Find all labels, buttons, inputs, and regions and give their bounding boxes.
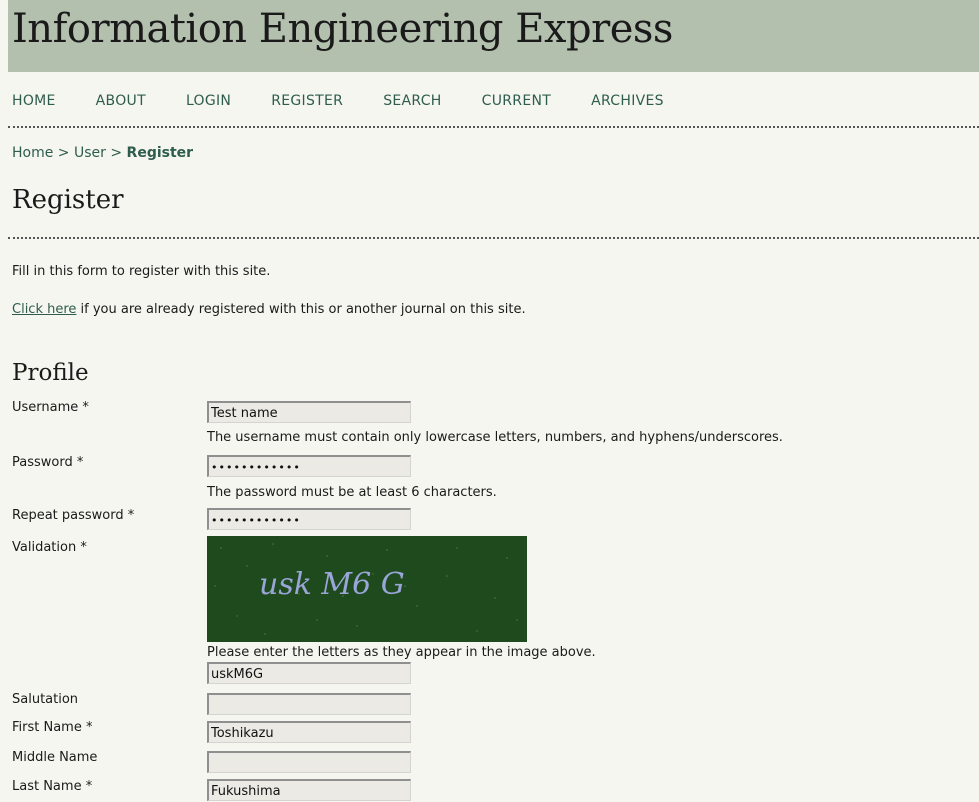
nav-home-link[interactable]: HOME [12, 93, 56, 113]
profile-section-title: Profile [12, 360, 89, 386]
breadcrumb-user-link[interactable]: User [74, 145, 106, 161]
breadcrumb: Home > User > Register [12, 145, 193, 161]
salutation-label: Salutation [12, 692, 79, 707]
breadcrumb-home-link[interactable]: Home [12, 145, 53, 161]
breadcrumb-current-link[interactable]: Register [127, 145, 194, 161]
password-hint: The password must be at least 6 characte… [207, 485, 497, 500]
last-name-label: Last Name * [12, 779, 93, 794]
click-here-link[interactable]: Click here [12, 302, 76, 317]
first-name-input[interactable] [207, 721, 411, 743]
repeat-password-input[interactable] [207, 508, 411, 530]
captcha-image: usk M6 G [207, 536, 527, 642]
nav-login-link[interactable]: LOGIN [186, 93, 231, 113]
nav-divider [8, 126, 979, 128]
already-registered-text: Click here if you are already registered… [12, 302, 526, 317]
validation-label: Validation * [12, 540, 87, 555]
password-label: Password * [12, 455, 84, 470]
first-name-label: First Name * [12, 720, 93, 735]
captcha-graphic: usk M6 G [214, 543, 518, 635]
page-title: Register [12, 185, 124, 215]
username-input[interactable] [207, 401, 411, 423]
validation-input[interactable] [207, 662, 411, 684]
nav-current-link[interactable]: CURRENT [482, 93, 551, 113]
captcha-text: usk M6 G [259, 567, 405, 602]
nav-archives-link[interactable]: ARCHIVES [591, 93, 664, 113]
site-header: Information Engineering Express [8, 0, 979, 72]
middle-name-input[interactable] [207, 751, 411, 773]
title-divider [8, 237, 979, 239]
password-input[interactable] [207, 455, 411, 477]
repeat-password-label: Repeat password * [12, 508, 135, 523]
nav-register-link[interactable]: REGISTER [271, 93, 343, 113]
breadcrumb-separator: > [110, 145, 123, 161]
page: Information Engineering Express HOME ABO… [0, 0, 979, 802]
last-name-input[interactable] [207, 779, 411, 801]
main-navigation: HOME ABOUT LOGIN REGISTER SEARCH CURRENT… [12, 93, 704, 113]
nav-about-link[interactable]: ABOUT [96, 93, 146, 113]
nav-search-link[interactable]: SEARCH [383, 93, 441, 113]
breadcrumb-separator: > [57, 145, 70, 161]
validation-hint: Please enter the letters as they appear … [207, 645, 596, 660]
username-hint: The username must contain only lowercase… [207, 430, 783, 445]
middle-name-label: Middle Name [12, 750, 98, 765]
already-registered-note: if you are already registered with this … [76, 302, 526, 317]
salutation-input[interactable] [207, 693, 411, 715]
username-label: Username * [12, 400, 89, 415]
site-title: Information Engineering Express [12, 6, 673, 52]
intro-text: Fill in this form to register with this … [12, 264, 271, 279]
